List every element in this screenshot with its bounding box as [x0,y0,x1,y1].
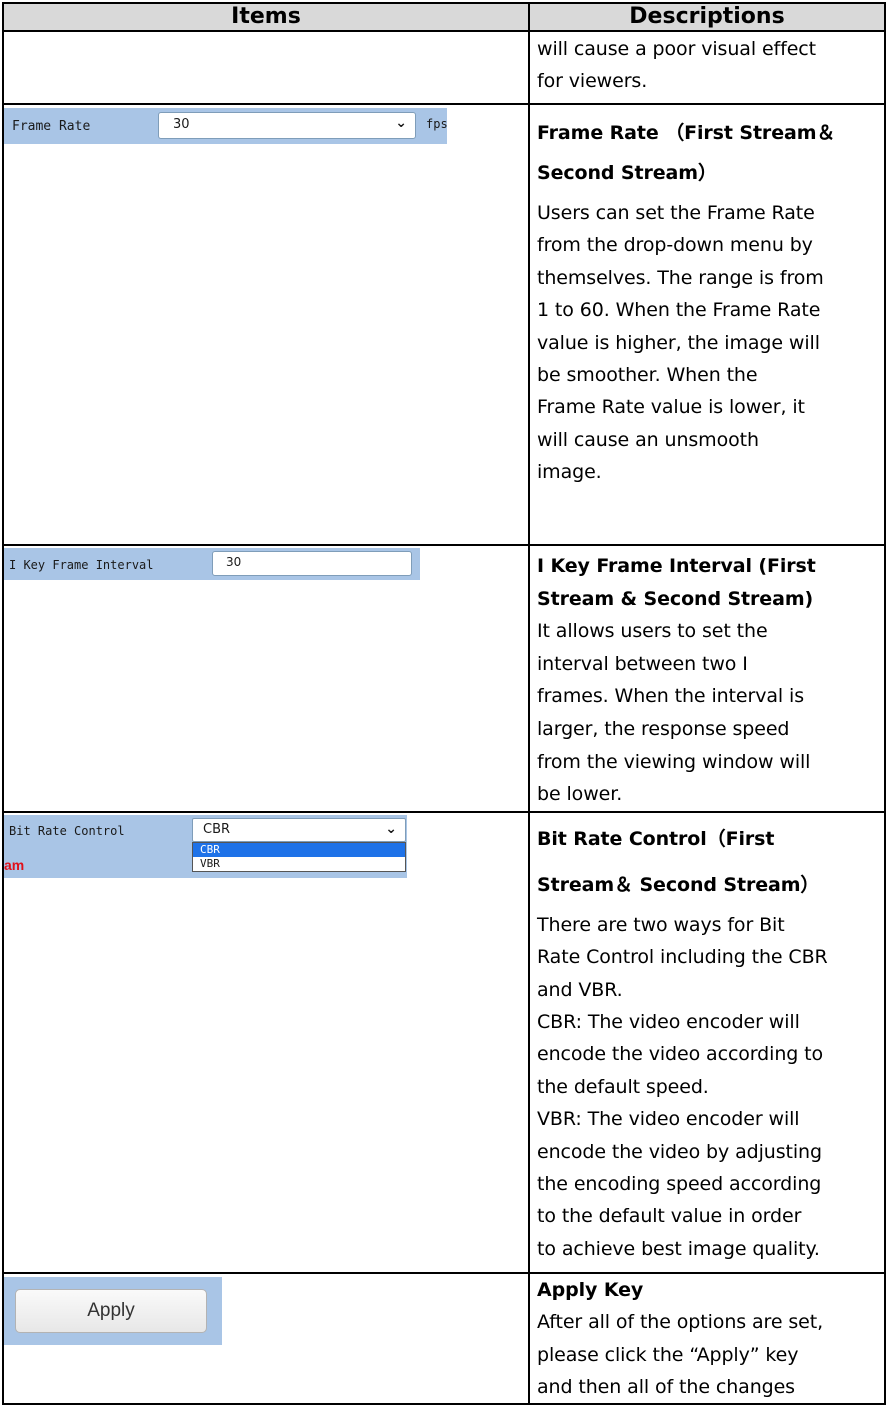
description-cell: Bit Rate Control（First Stream＆ Second St… [528,810,886,1274]
desc-title: I Key Frame Interval (First [537,555,816,577]
desc-title: Bit Rate Control（First [537,827,775,850]
desc-title: Stream & Second Stream) [537,587,814,610]
desc-line: be smoother. When the [537,364,758,387]
desc-line: to achieve best image quality. [537,1237,820,1260]
desc-line: for viewers. [537,70,648,93]
frame-rate-label: Frame Rate [12,119,91,134]
desc-title: Apply Key [537,1278,644,1301]
desc-line: and then all of the changes [537,1375,795,1398]
desc-line: themselves. The range is from [537,266,824,289]
desc-line: will cause an unsmooth [537,428,759,451]
items-cell: Bit Rate Control am CBR ⌄ CBR VBR [2,810,530,1274]
desc-line: and VBR. [537,978,623,1001]
description-cell: Apply Key After all of the options are s… [528,1271,886,1405]
desc-line: There are two ways for Bit [537,913,785,936]
bit-rate-value: CBR [203,821,231,837]
fps-unit-label: fps [426,117,448,131]
desc-line: It allows users to set the [537,620,768,643]
items-cell: I Key Frame Interval 30 [2,544,530,813]
apply-button[interactable]: Apply [15,1288,207,1333]
table-row: Bit Rate Control am CBR ⌄ CBR VBR Bit Ra… [2,810,886,1274]
bit-rate-select[interactable]: CBR ⌄ [192,817,406,842]
frame-rate-select[interactable]: 30 ⌄ [158,112,416,139]
desc-line: the default speed. [537,1075,709,1098]
desc-line: encode the video by adjusting [537,1140,822,1163]
desc-line: image. [537,461,602,484]
desc-line: 1 to 60. When the Frame Rate [537,299,821,322]
header-items: Items [2,2,530,32]
desc-line: to the default value in order [537,1205,802,1228]
i-key-frame-panel: I Key Frame Interval 30 [4,548,420,580]
chevron-down-icon: ⌄ [395,115,407,131]
table-row: Apply Apply Key After all of the options… [2,1271,886,1405]
desc-line: be lower. [537,783,623,806]
table-row: I Key Frame Interval 30 I Key Frame Inte… [2,544,886,813]
chevron-down-icon: ⌄ [385,820,397,837]
truncated-label: am [4,856,25,873]
description-cell: Frame Rate （First Stream＆ Second Stream）… [528,103,886,546]
description-cell: I Key Frame Interval (First Stream & Sec… [528,544,886,813]
desc-line: will cause a poor visual effect [537,38,816,60]
i-key-frame-value: 30 [226,555,242,569]
desc-line: CBR: The video encoder will [537,1010,800,1033]
table-row: will cause a poor visual effect for view… [2,30,886,105]
bit-rate-options: CBR VBR [192,841,406,872]
items-cell: Frame Rate 30 ⌄ fps [2,103,530,546]
desc-line: the encoding speed according [537,1173,822,1195]
desc-title: Stream＆ Second Stream） [537,873,820,896]
frame-rate-value: 30 [173,117,190,132]
desc-line: please click the “Apply” key [537,1343,799,1366]
bit-rate-label: Bit Rate Control [9,823,125,838]
desc-line: larger, the response speed [537,717,790,740]
bit-rate-panel: Bit Rate Control am CBR ⌄ CBR VBR [4,814,407,878]
table-row: Frame Rate 30 ⌄ fps Frame Rate （First St… [2,103,886,546]
desc-line: Users can set the Frame Rate [537,202,815,224]
desc-line: Rate Control including the CBR [537,946,828,969]
option-vbr[interactable]: VBR [193,857,405,871]
items-cell [2,30,530,105]
desc-line: value is higher, the image will [537,331,820,354]
desc-line: frames. When the interval is [537,685,804,708]
desc-line: VBR: The video encoder will [537,1108,800,1131]
i-key-frame-input[interactable]: 30 [212,551,412,576]
desc-line: After all of the options are set, [537,1311,824,1334]
settings-table: Items Descriptions will cause a poor vis… [2,2,886,1405]
apply-panel: Apply [4,1276,222,1345]
desc-line: Frame Rate value is lower, it [537,396,805,419]
description-cell: will cause a poor visual effect for view… [528,30,886,105]
frame-rate-panel: Frame Rate 30 ⌄ fps [4,108,448,144]
desc-line: encode the video according to [537,1043,824,1066]
i-key-frame-label: I Key Frame Interval [9,558,154,572]
header-descriptions: Descriptions [528,2,886,32]
desc-line: from the drop-down menu by [537,234,813,257]
items-cell: Apply [2,1271,530,1405]
option-cbr[interactable]: CBR [193,842,405,857]
table-header-row: Items Descriptions [2,2,886,32]
desc-line: from the viewing window will [537,750,811,773]
desc-line: interval between two I [537,652,748,675]
